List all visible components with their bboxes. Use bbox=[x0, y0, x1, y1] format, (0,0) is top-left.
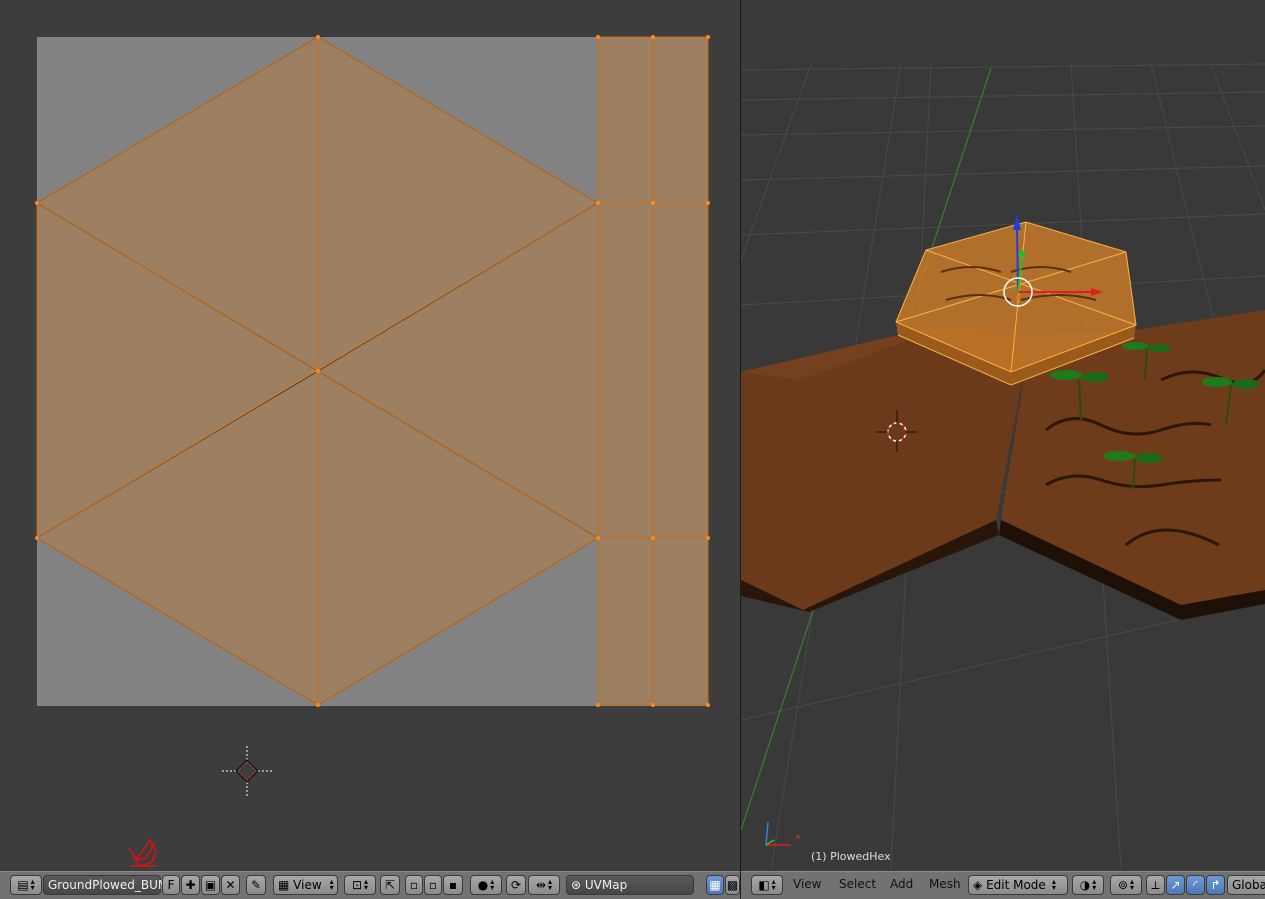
checker-icon[interactable]: ▩ bbox=[725, 875, 740, 895]
image-editor-icon: ▤ bbox=[17, 878, 29, 892]
texture-paint-icon[interactable]: ▦ bbox=[706, 875, 724, 895]
uv-select-icon[interactable]: ⇱ bbox=[380, 875, 400, 895]
menu-add[interactable]: Add bbox=[890, 877, 913, 891]
unlink-image-icon[interactable]: ✕ bbox=[221, 875, 240, 895]
scale-icon[interactable]: ↱ bbox=[1206, 875, 1225, 895]
menu-mesh[interactable]: Mesh bbox=[929, 877, 961, 891]
vertex-select-icon[interactable]: ▫ bbox=[405, 875, 423, 895]
uv-canvas[interactable] bbox=[0, 0, 740, 870]
proportional-icon: ● bbox=[477, 878, 489, 892]
mode-icon: ◈ bbox=[973, 878, 983, 892]
sync-icon[interactable]: ⟳ bbox=[506, 875, 526, 895]
face-select-icon[interactable]: ▪ bbox=[443, 875, 463, 895]
uv-2d-cursor-icon bbox=[222, 746, 272, 796]
new-image-icon[interactable]: ✚ bbox=[181, 875, 200, 895]
proportional-dropdown[interactable]: ● ▴ ▾ bbox=[470, 875, 502, 895]
uv-editor-header: ▤ ▴ ▾ GroundPlowed_BUMP F ✚ ▣ ✕ ✎ ▦ View ▴ ▾… bbox=[0, 871, 740, 899]
pivot-icon: ⊚ bbox=[1117, 878, 1129, 892]
shading-dropdown[interactable]: ◑ ▴ ▾ bbox=[1072, 875, 1104, 895]
manipulator-icon[interactable]: ⟂ bbox=[1146, 875, 1165, 895]
pivot-dropdown[interactable]: ⊡ ▴ ▾ bbox=[344, 875, 376, 895]
image-name-field[interactable]: GroundPlowed_BUMP bbox=[43, 875, 175, 895]
open-image-icon[interactable]: ▣ bbox=[201, 875, 220, 895]
editor-type-button[interactable]: ▤ ▴ ▾ bbox=[10, 875, 42, 895]
editor-type-button-3d[interactable]: ◧ ▴ ▾ bbox=[751, 875, 783, 895]
uv-editor-area[interactable] bbox=[0, 0, 740, 870]
menu-view[interactable]: View bbox=[793, 877, 821, 891]
rotate-icon[interactable]: ◜ bbox=[1186, 875, 1205, 895]
sticky-icon: ⇹ bbox=[535, 878, 547, 892]
pin-icon[interactable]: ✎ bbox=[246, 875, 266, 895]
shading-icon: ◑ bbox=[1079, 878, 1091, 892]
edge-select-icon[interactable]: ▫ bbox=[424, 875, 442, 895]
uv-map-icon: ⊛ bbox=[571, 878, 582, 892]
orientation-dropdown[interactable]: Global bbox=[1227, 875, 1265, 895]
view-menu-label: View bbox=[293, 878, 322, 892]
red-marker-icon bbox=[128, 838, 157, 867]
snap-pivot-icon: ⊡ bbox=[351, 878, 363, 892]
mode-label: Edit Mode bbox=[986, 878, 1046, 892]
fake-user-button[interactable]: F bbox=[162, 875, 180, 895]
translate-icon[interactable]: ↗ bbox=[1166, 875, 1185, 895]
sticky-dropdown[interactable]: ⇹ ▴ ▾ bbox=[528, 875, 560, 895]
axis-x-label: x bbox=[796, 833, 801, 841]
menu-select[interactable]: Select bbox=[839, 877, 876, 891]
uv-map-label: UVMap bbox=[584, 878, 628, 892]
3d-viewport[interactable]: x (1) PlowedHex bbox=[741, 0, 1265, 870]
viewport-header: ◧ ▴ ▾ View Select Add Mesh ◈ Edit Mode ▴ ▾ ◑… bbox=[741, 871, 1265, 899]
object-name-label: (1) PlowedHex bbox=[811, 850, 891, 863]
pivot-dropdown-3d[interactable]: ⊚ ▴ ▾ bbox=[1110, 875, 1142, 895]
mode-dropdown[interactable]: ◈ Edit Mode ▴ ▾ bbox=[968, 875, 1068, 895]
view-menu-dropdown[interactable]: ▦ View ▴ ▾ bbox=[273, 875, 338, 895]
display-image-icon: ▦ bbox=[278, 878, 290, 892]
viewport-canvas[interactable] bbox=[741, 0, 1265, 870]
3d-view-icon: ◧ bbox=[758, 878, 770, 892]
uv-map-field[interactable]: ⊛ UVMap bbox=[566, 875, 694, 895]
